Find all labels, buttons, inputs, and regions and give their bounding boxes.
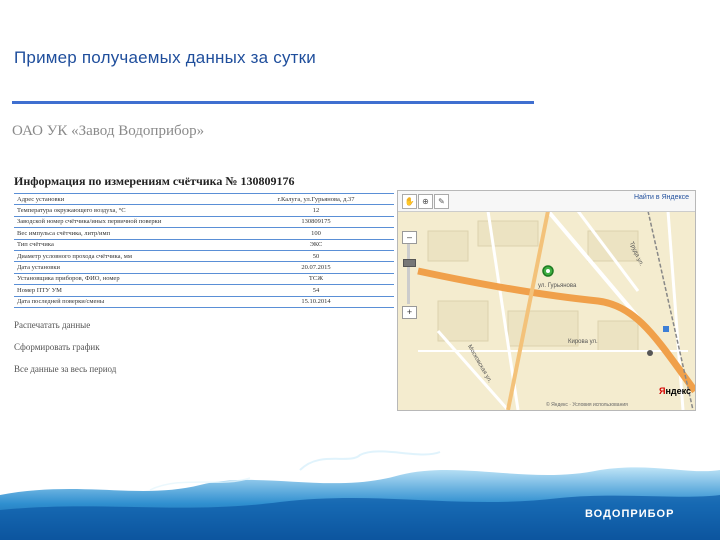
all-data-link[interactable]: Все данные за весь период xyxy=(14,364,116,374)
info-table-row: Тип счётчика ЭКС xyxy=(14,239,394,251)
street-label: Кирова ул. xyxy=(568,339,598,345)
info-row-value: 100 xyxy=(238,227,394,240)
info-row-value: 54 xyxy=(238,284,394,297)
info-row-label: Дата последней поверки/смены xyxy=(14,296,238,308)
map-toolbar: ✋ ⊕ ✎ Найти в Яндексе xyxy=(398,191,695,212)
zoom-control[interactable]: – + xyxy=(402,231,417,319)
info-table-row: Вес импульса счётчика, литр/имп 100 xyxy=(14,227,394,240)
info-table-row: Адрес установки г.Калуга, ул.Гурьянова, д… xyxy=(14,192,394,206)
map-terms-link[interactable]: © Яндекс · Условия использования xyxy=(546,402,628,408)
meter-info-table: Адрес установки г.Калуга, ул.Гурьянова, д… xyxy=(14,192,394,308)
info-row-label: Номер ПТУ УМ xyxy=(14,284,238,297)
print-data-link[interactable]: Распечатать данные xyxy=(14,320,90,330)
info-row-value: 130809175 xyxy=(238,216,394,229)
zoom-slider-handle[interactable] xyxy=(403,259,416,267)
map-footer: © Яндекс · Условия использования xyxy=(398,400,695,410)
info-row-label: Диаметр условного прохода счётчика, мм xyxy=(14,250,238,263)
slide-title: Пример получаемых данных за сутки xyxy=(14,48,316,67)
info-table-row: Заводской номер счётчика/иных первичной … xyxy=(14,216,394,229)
zoom-slider-track[interactable] xyxy=(407,244,410,304)
info-table-row: Номер ПТУ УМ 54 xyxy=(14,284,394,297)
yandex-logo: Яндекс xyxy=(658,386,691,396)
info-row-value: 12 xyxy=(238,204,394,217)
info-row-label: Температура окружающего воздуха, °С xyxy=(14,204,238,217)
info-row-label: Заводской номер счётчика/иных первичной … xyxy=(14,216,238,229)
info-table-row: Дата установки 20.07.2015 xyxy=(14,261,394,274)
hand-tool-icon[interactable]: ✋ xyxy=(402,194,417,209)
ruler-tool-icon[interactable]: ✎ xyxy=(434,194,449,209)
info-row-value: 50 xyxy=(238,250,394,263)
info-table-row: Установщика приборов, ФИО, номер ТСЖ xyxy=(14,273,394,286)
meter-info-heading: Информация по измерениям счётчика № 1308… xyxy=(14,174,295,188)
map-search-link[interactable]: Найти в Яндексе xyxy=(634,194,689,201)
zoom-in-button[interactable]: + xyxy=(402,306,417,319)
info-row-value: 20.07.2015 xyxy=(238,261,394,274)
info-row-label: Тип счётчика xyxy=(14,239,238,251)
info-row-label: Адрес установки xyxy=(14,192,238,206)
info-table-row: Дата последней поверки/смены 15.10.2014 xyxy=(14,296,394,308)
info-row-value: ТСЖ xyxy=(238,273,394,286)
brand-logo: ВОДОПРИБОР xyxy=(585,508,675,520)
info-row-value: 15.10.2014 xyxy=(238,296,394,308)
info-row-label: Дата установки xyxy=(14,261,238,274)
company-name: ОАО УК «Завод Водоприбор» xyxy=(12,123,205,139)
zoom-tool-icon[interactable]: ⊕ xyxy=(418,194,433,209)
street-label: ул. Гурьянова xyxy=(538,283,577,289)
info-row-label: Установщика приборов, ФИО, номер xyxy=(14,273,238,286)
water-splash-decoration xyxy=(0,450,720,540)
map-widget[interactable]: ✋ ⊕ ✎ Найти в Яндексе – + ул. Гурьянова … xyxy=(397,190,696,411)
zoom-out-button[interactable]: – xyxy=(402,231,417,244)
info-row-value: ЭКС xyxy=(238,239,394,251)
title-divider xyxy=(12,101,534,104)
info-row-value: г.Калуга, ул.Гурьянова, д.37 xyxy=(238,192,394,206)
info-table-row: Диаметр условного прохода счётчика, мм 50 xyxy=(14,250,394,263)
info-table-row: Температура окружающего воздуха, °С 12 xyxy=(14,204,394,217)
map-canvas[interactable] xyxy=(398,191,695,410)
build-graph-link[interactable]: Сформировать график xyxy=(14,342,100,352)
info-row-label: Вес импульса счётчика, литр/имп xyxy=(14,227,238,240)
